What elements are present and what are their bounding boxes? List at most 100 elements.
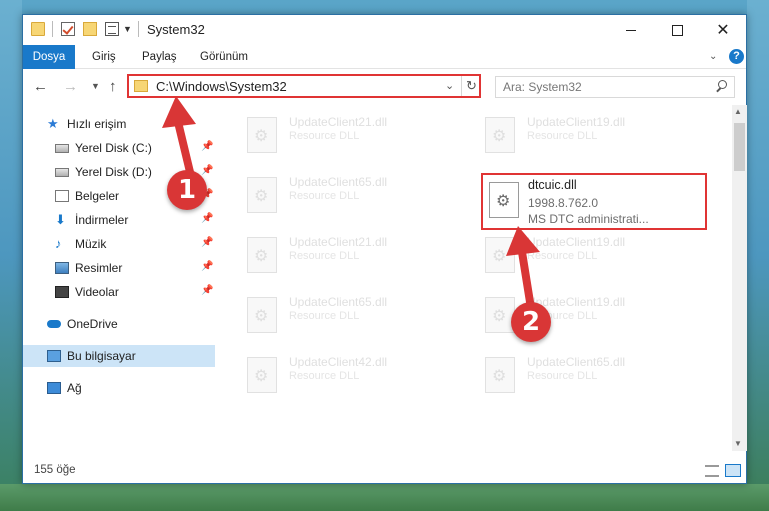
refresh-icon[interactable]: ↻ <box>461 76 481 96</box>
search-box[interactable]: Ara: System32 <box>495 76 735 98</box>
file-type: Resource DLL <box>527 130 598 142</box>
pin-icon[interactable]: 📌 <box>201 237 213 248</box>
dll-file-icon <box>485 237 515 273</box>
file-name: UpdateClient21.dll <box>289 115 388 129</box>
pictures-icon <box>55 262 69 274</box>
file-type: Resource DLL <box>289 130 360 142</box>
dll-file-icon <box>247 177 277 213</box>
sidebar-item-label: İndirmeler <box>75 213 129 227</box>
list-item[interactable]: UpdateClient65.dll Resource DLL <box>219 287 449 339</box>
address-bar[interactable]: C:\Windows\System32 ⌄ ↻ <box>127 74 481 98</box>
list-item[interactable]: UpdateClient42.dll Resource DLL <box>219 347 449 399</box>
list-item[interactable]: UpdateClient19.dll Resource DLL <box>457 287 687 339</box>
large-icons-view-icon[interactable] <box>725 464 741 477</box>
file-type: Resource DLL <box>527 370 598 382</box>
desktop-background-left <box>0 0 22 511</box>
dll-file-icon <box>247 297 277 333</box>
sidebar-item-label: OneDrive <box>67 317 118 331</box>
close-button[interactable]: ✕ <box>700 15 746 45</box>
pin-icon[interactable]: 📌 <box>201 261 213 272</box>
file-name: UpdateClient19.dll <box>527 115 626 129</box>
vertical-scrollbar[interactable]: ▲ ▼ <box>732 105 747 451</box>
file-name: UpdateClient65.dll <box>289 295 388 309</box>
file-type: Resource DLL <box>289 190 360 202</box>
disk-icon <box>55 144 69 153</box>
sidebar-item-onedrive[interactable]: OneDrive <box>23 313 215 335</box>
search-icon[interactable] <box>714 80 728 94</box>
pin-icon[interactable]: 📌 <box>201 285 213 296</box>
dll-file-icon <box>247 117 277 153</box>
desktop-background-right <box>747 0 769 511</box>
sidebar-item-label: Yerel Disk (C:) <box>75 141 152 155</box>
navigation-pane: ★ Hızlı erişim Yerel Disk (C:) 📌 Yerel D… <box>23 105 215 451</box>
minimize-button[interactable] <box>608 15 654 45</box>
list-item[interactable]: UpdateClient21.dll Resource DLL <box>219 227 449 279</box>
properties-check-icon[interactable] <box>61 22 75 36</box>
folder-icon <box>31 22 45 36</box>
up-arrow-icon[interactable]: ↑ <box>109 78 117 95</box>
sidebar-item-label: Videolar <box>75 285 119 299</box>
tab-view[interactable]: Görünüm <box>200 45 248 69</box>
list-item[interactable]: UpdateClient65.dll Resource DLL <box>219 167 449 219</box>
dll-file-icon <box>485 357 515 393</box>
expand-ribbon-chevron-icon[interactable]: ⌄ <box>709 51 717 62</box>
new-folder-icon[interactable] <box>83 22 97 36</box>
address-dropdown-chevron-icon[interactable]: ⌄ <box>445 79 454 92</box>
sidebar-item-videos[interactable]: Videolar 📌 <box>23 281 215 303</box>
view-props-icon[interactable] <box>105 22 119 36</box>
file-description: MS DTC administrati... <box>528 212 649 226</box>
dll-file-icon <box>485 297 515 333</box>
sidebar-item-label: Yerel Disk (D:) <box>75 165 152 179</box>
forward-arrow-icon[interactable]: → <box>63 78 78 95</box>
download-icon: ⬇ <box>55 212 66 227</box>
file-type: Resource DLL <box>289 250 360 262</box>
scroll-up-arrow-icon[interactable]: ▲ <box>734 107 742 116</box>
sidebar-item-quick-access[interactable]: ★ Hızlı erişim <box>23 113 215 135</box>
pin-icon[interactable]: 📌 <box>201 141 213 152</box>
sidebar-item-label: Müzik <box>75 237 107 251</box>
window-title: System32 <box>147 22 205 37</box>
ribbon-tabs: Dosya Giriş Paylaş Görünüm ⌄ ? <box>23 45 746 69</box>
highlighted-file-dtcuic[interactable]: dtcuic.dll 1998.8.762.0 MS DTC administr… <box>481 173 707 230</box>
file-name: UpdateClient21.dll <box>289 235 388 249</box>
dll-file-icon <box>247 357 277 393</box>
customize-toolbar-chevron-icon[interactable]: ▼ <box>123 24 132 34</box>
sidebar-item-this-pc[interactable]: Bu bilgisayar <box>23 345 215 367</box>
list-item[interactable]: UpdateClient65.dll Resource DLL <box>457 347 687 399</box>
search-input[interactable]: Ara: System32 <box>503 80 582 94</box>
file-type: Resource DLL <box>289 310 360 322</box>
star-icon: ★ <box>47 116 59 131</box>
dll-file-icon <box>489 182 519 218</box>
list-item[interactable]: UpdateClient19.dll Resource DLL <box>457 107 687 159</box>
sidebar-item-disk-c[interactable]: Yerel Disk (C:) 📌 <box>23 137 215 159</box>
address-folder-icon <box>134 80 148 92</box>
sidebar-item-pictures[interactable]: Resimler 📌 <box>23 257 215 279</box>
details-view-icon[interactable] <box>705 465 719 477</box>
scroll-down-arrow-icon[interactable]: ▼ <box>734 439 742 448</box>
quick-access-separator <box>52 21 53 37</box>
list-item[interactable]: UpdateClient19.dll Resource DLL <box>457 227 687 279</box>
video-icon <box>55 286 69 298</box>
back-arrow-icon[interactable]: ← <box>33 78 48 95</box>
maximize-button[interactable] <box>654 15 700 45</box>
dll-file-icon <box>247 237 277 273</box>
help-icon[interactable]: ? <box>729 49 744 64</box>
pin-icon[interactable]: 📌 <box>201 165 213 176</box>
sidebar-item-downloads[interactable]: ⬇ İndirmeler 📌 <box>23 209 215 231</box>
sidebar-item-music[interactable]: ♪ Müzik 📌 <box>23 233 215 255</box>
file-version: 1998.8.762.0 <box>528 196 599 210</box>
tab-home[interactable]: Giriş <box>92 45 116 69</box>
file-name: UpdateClient65.dll <box>527 355 626 369</box>
recent-locations-chevron-icon[interactable]: ▼ <box>91 81 100 91</box>
pin-icon[interactable]: 📌 <box>201 213 213 224</box>
tab-share[interactable]: Paylaş <box>142 45 177 69</box>
disk-icon <box>55 168 69 177</box>
cloud-icon <box>47 320 61 328</box>
tab-file[interactable]: Dosya <box>23 45 75 69</box>
sidebar-item-network[interactable]: Ağ <box>23 377 215 399</box>
list-item[interactable]: UpdateClient21.dll Resource DLL <box>219 107 449 159</box>
dll-file-icon <box>485 117 515 153</box>
scroll-thumb[interactable] <box>734 123 745 171</box>
address-path[interactable]: C:\Windows\System32 <box>156 79 287 94</box>
title-bar: ▼ System32 ✕ <box>23 15 746 45</box>
